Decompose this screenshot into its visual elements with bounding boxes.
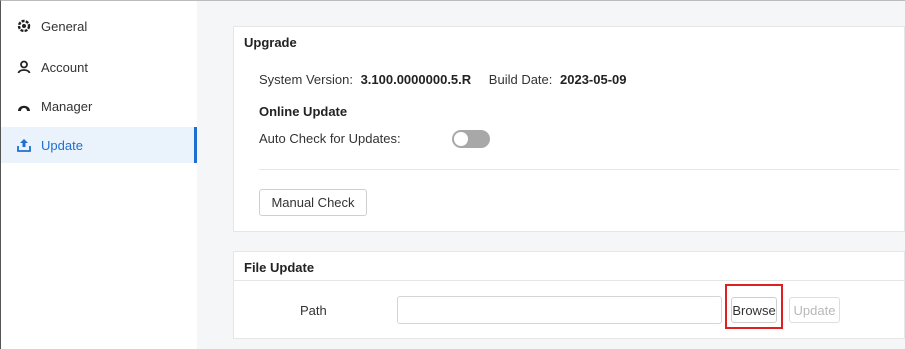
manual-check-button[interactable]: Manual Check [259, 189, 367, 216]
divider [234, 280, 905, 281]
main-content: Upgrade System Version: 3.100.0000000.5.… [197, 1, 905, 349]
sidebar-item-general[interactable]: General [1, 8, 197, 44]
online-update-heading: Online Update [259, 104, 348, 119]
upgrade-panel: Upgrade System Version: 3.100.0000000.5.… [233, 26, 905, 232]
panel-title: File Update [244, 260, 315, 275]
build-date-label: Build Date: [488, 72, 553, 87]
toggle-knob [454, 132, 468, 146]
sidebar-item-update[interactable]: Update [1, 127, 197, 163]
sidebar-item-label: General [41, 18, 88, 34]
sidebar-item-label: Update [41, 137, 83, 153]
browse-button[interactable]: Browse [731, 297, 777, 323]
path-label: Path [300, 303, 327, 318]
user-icon [17, 60, 31, 74]
system-version-value: 3.100.0000000.5.R [360, 72, 472, 87]
panel-title: Upgrade [244, 35, 297, 50]
file-update-panel: File Update Path Browse Update [233, 251, 905, 339]
manager-icon [17, 99, 31, 113]
sidebar-item-manager[interactable]: Manager [1, 88, 197, 124]
build-date-value: 2023-05-09 [560, 72, 627, 87]
path-input[interactable] [397, 296, 722, 324]
auto-check-label: Auto Check for Updates: [259, 131, 401, 146]
sidebar-item-label: Account [41, 59, 88, 75]
update-button[interactable]: Update [789, 297, 840, 323]
sidebar-item-account[interactable]: Account [1, 49, 197, 85]
version-row: System Version: 3.100.0000000.5.R Build … [259, 72, 627, 87]
sidebar: General Account Manager Update [1, 1, 198, 349]
gear-icon [17, 19, 31, 33]
divider [259, 169, 899, 170]
system-version-label: System Version: [259, 72, 353, 87]
upload-icon [17, 138, 31, 152]
sidebar-item-label: Manager [41, 98, 93, 114]
auto-check-toggle[interactable] [452, 130, 490, 148]
